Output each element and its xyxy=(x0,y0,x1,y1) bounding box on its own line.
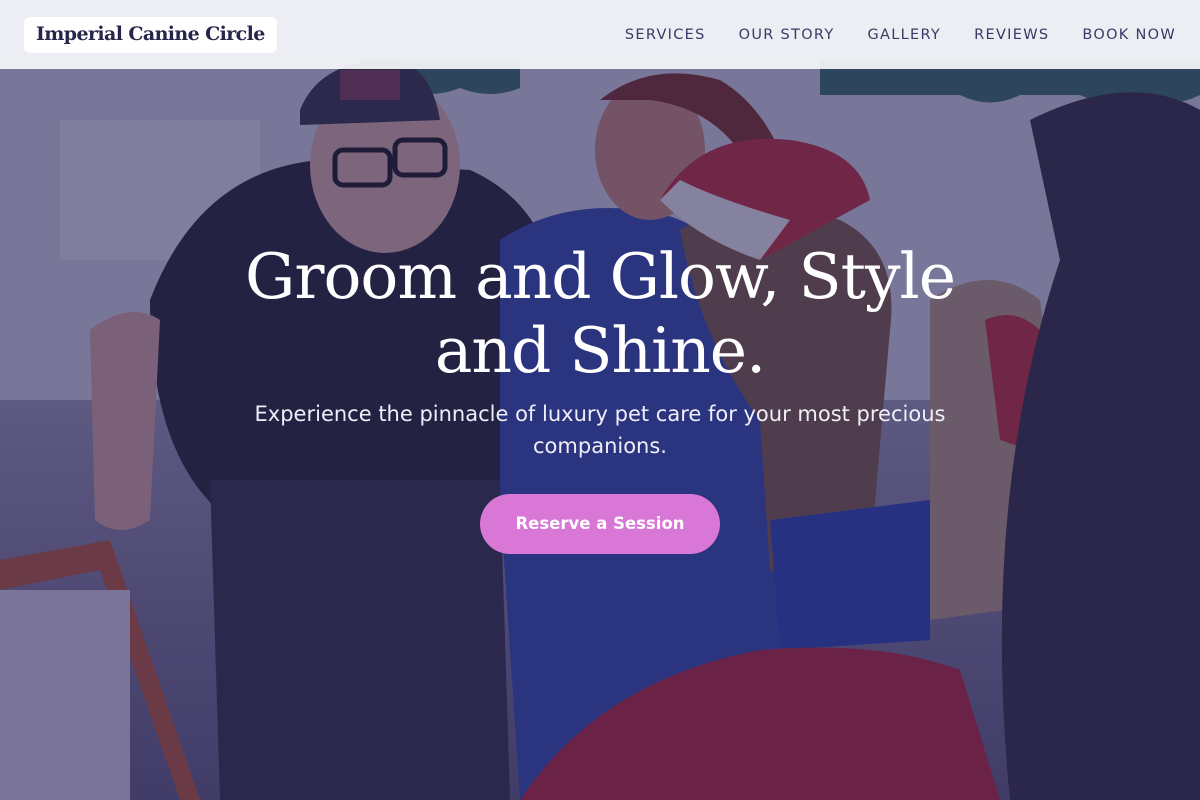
brand-logo[interactable]: Imperial Canine Circle xyxy=(24,16,277,53)
reserve-session-button[interactable]: Reserve a Session xyxy=(480,494,720,554)
nav-link-gallery[interactable]: GALLERY xyxy=(868,27,942,43)
main-nav: SERVICES OUR STORY GALLERY REVIEWS BOOK … xyxy=(625,27,1176,43)
nav-link-reviews[interactable]: REVIEWS xyxy=(974,27,1049,43)
hero-title: Groom and Glow, Style and Shine. xyxy=(245,240,956,387)
nav-link-our-story[interactable]: OUR STORY xyxy=(739,27,835,43)
hero-section: Groom and Glow, Style and Shine. Experie… xyxy=(0,240,1200,554)
hero-subtitle: Experience the pinnacle of luxury pet ca… xyxy=(254,402,946,458)
nav-link-services[interactable]: SERVICES xyxy=(625,27,706,43)
nav-link-book-now[interactable]: BOOK NOW xyxy=(1082,27,1176,43)
site-header: Imperial Canine Circle SERVICES OUR STOR… xyxy=(0,0,1200,69)
brand-name: Imperial Canine Circle xyxy=(36,23,265,45)
